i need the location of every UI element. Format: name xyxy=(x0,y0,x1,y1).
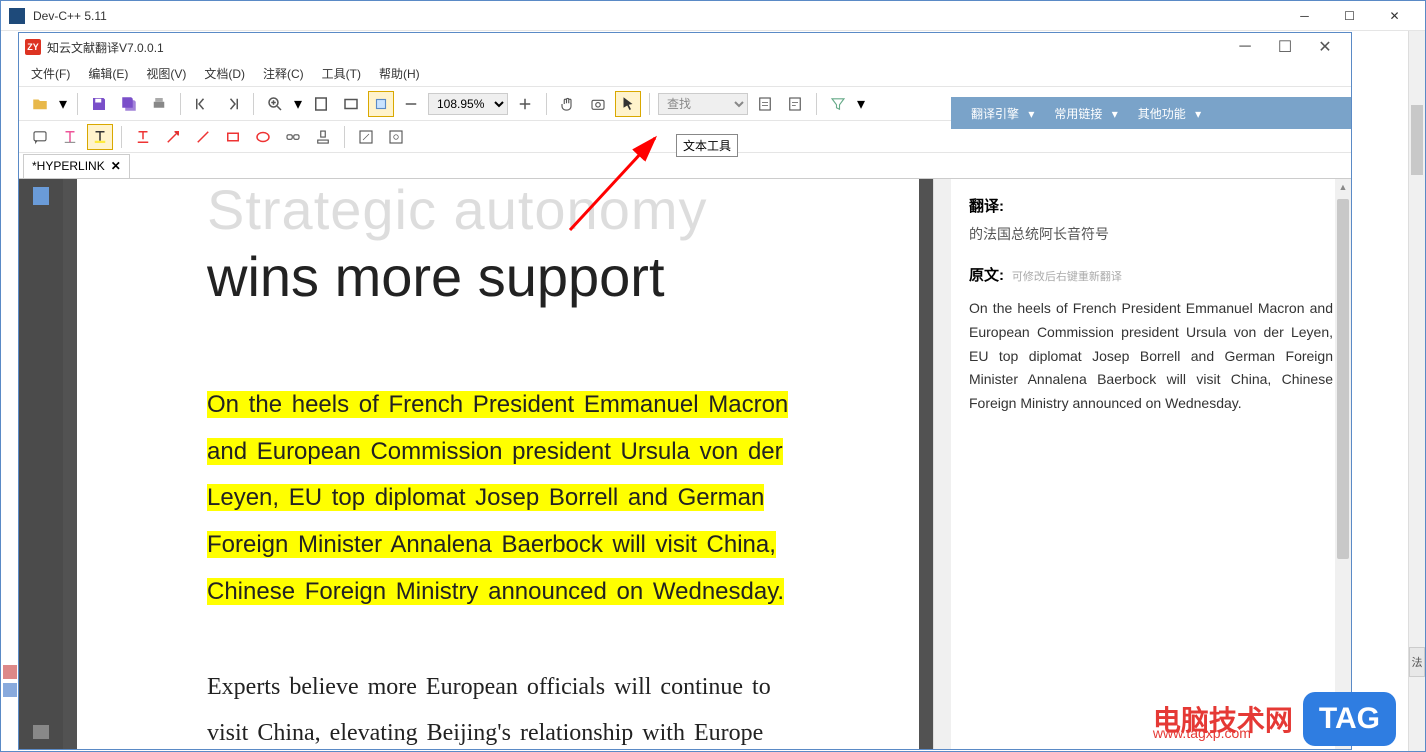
devcpp-icon xyxy=(9,8,25,24)
side-scroll-thumb[interactable] xyxy=(1337,199,1349,559)
outer-minimize-button[interactable]: ─ xyxy=(1282,2,1327,30)
side-scrollbar[interactable]: ▲ ▼ xyxy=(1335,179,1351,749)
search-next-button[interactable] xyxy=(782,91,808,117)
edit-button[interactable] xyxy=(353,124,379,150)
filter-dropdown[interactable]: ▾ xyxy=(855,91,867,117)
document-paragraph-2: Experts believe more European officials … xyxy=(207,665,789,749)
highlight-button[interactable] xyxy=(87,124,113,150)
note-button[interactable] xyxy=(27,124,53,150)
text-annotation-button[interactable] xyxy=(57,124,83,150)
filter-button[interactable] xyxy=(825,91,851,117)
document-scrollbar[interactable] xyxy=(933,179,951,749)
save-all-button[interactable] xyxy=(116,91,142,117)
properties-button[interactable] xyxy=(383,124,409,150)
document-title: Strategic autonomy wins more support xyxy=(207,179,789,312)
tooltip: 文本工具 xyxy=(676,134,738,157)
inner-close-button[interactable]: ✕ xyxy=(1305,34,1345,60)
watermark: 电脑技术网 www.tagxp.com TAG xyxy=(1153,692,1396,746)
zoom-in-button[interactable] xyxy=(262,91,288,117)
menu-file[interactable]: 文件(F) xyxy=(31,65,70,82)
document-page: Strategic autonomy wins more support On … xyxy=(77,179,919,749)
content-area: Strategic autonomy wins more support On … xyxy=(19,179,1351,749)
fit-visible-button[interactable] xyxy=(368,91,394,117)
side-menu-links[interactable]: 常用链接 ▾ xyxy=(1042,101,1123,126)
watermark-tag: TAG xyxy=(1303,692,1396,746)
search-prev-button[interactable] xyxy=(752,91,778,117)
menu-tools[interactable]: 工具(T) xyxy=(322,65,361,82)
menubar: 文件(F) 编辑(E) 视图(V) 文档(D) 注释(C) 工具(T) 帮助(H… xyxy=(19,61,1351,87)
translation-label: 翻译: xyxy=(969,195,1333,216)
next-view-button[interactable] xyxy=(219,91,245,117)
original-text[interactable]: On the heels of French President Emmanue… xyxy=(969,297,1333,416)
inner-maximize-button[interactable]: ☐ xyxy=(1265,34,1305,60)
outer-titlebar: Dev-C++ 5.11 ─ ☐ ✕ xyxy=(1,1,1425,31)
ellipse-button[interactable] xyxy=(250,124,276,150)
translation-text: 的法国总统阿长音符号 xyxy=(969,224,1333,244)
outer-maximize-button[interactable]: ☐ xyxy=(1327,2,1372,30)
comment-panel-icon[interactable] xyxy=(33,725,49,739)
left-icon-2[interactable] xyxy=(3,683,17,697)
search-select[interactable]: 查找 xyxy=(658,93,748,115)
original-hint: 可修改后右键重新翻译 xyxy=(1012,271,1122,283)
watermark-url: www.tagxp.com xyxy=(1153,725,1251,741)
zoom-plus-button[interactable] xyxy=(512,91,538,117)
side-menu-other[interactable]: 其他功能 ▾ xyxy=(1126,101,1207,126)
open-dropdown[interactable]: ▾ xyxy=(57,91,69,117)
inner-titlebar: ZY 知云文献翻译V7.0.0.1 ─ ☐ ✕ xyxy=(19,33,1351,61)
save-button[interactable] xyxy=(86,91,112,117)
outer-scrollbar[interactable]: 法 xyxy=(1408,31,1425,751)
print-button[interactable] xyxy=(146,91,172,117)
side-menu-engine[interactable]: 翻译引擎 ▾ xyxy=(959,101,1040,126)
line-button[interactable] xyxy=(190,124,216,150)
zoom-dropdown[interactable]: ▾ xyxy=(292,91,304,117)
menu-edit[interactable]: 编辑(E) xyxy=(88,65,128,82)
document-paragraph-1: On the heels of French President Emmanue… xyxy=(207,382,789,615)
rectangle-button[interactable] xyxy=(220,124,246,150)
inner-window-title: 知云文献翻译V7.0.0.1 xyxy=(47,39,164,56)
menu-doc[interactable]: 文档(D) xyxy=(204,65,245,82)
original-label: 原文: xyxy=(969,267,1004,284)
link-button[interactable] xyxy=(280,124,306,150)
inner-minimize-button[interactable]: ─ xyxy=(1225,34,1265,60)
menu-view[interactable]: 视图(V) xyxy=(146,65,186,82)
open-button[interactable] xyxy=(27,91,53,117)
outer-window-title: Dev-C++ 5.11 xyxy=(33,9,107,23)
snapshot-tool-button[interactable] xyxy=(585,91,611,117)
translation-panel: 翻译引擎 ▾ 常用链接 ▾ 其他功能 ▾ 翻译: 的法国总统阿长音符号 原文: … xyxy=(951,179,1351,749)
underline-button[interactable] xyxy=(130,124,156,150)
outer-left-icon-strip xyxy=(1,661,19,701)
zhiyun-icon: ZY xyxy=(25,39,41,55)
hand-tool-button[interactable] xyxy=(555,91,581,117)
left-icon-1[interactable] xyxy=(3,665,17,679)
outer-scroll-thumb[interactable] xyxy=(1411,105,1423,175)
bookmark-icon[interactable] xyxy=(33,187,49,205)
document-viewer[interactable]: Strategic autonomy wins more support On … xyxy=(63,179,933,749)
side-panel-menu: 翻译引擎 ▾ 常用链接 ▾ 其他功能 ▾ xyxy=(951,97,1351,129)
text-select-tool-button[interactable] xyxy=(615,91,641,117)
tab-label: *HYPERLINK xyxy=(32,159,105,173)
arrow-button[interactable] xyxy=(160,124,186,150)
menu-help[interactable]: 帮助(H) xyxy=(379,65,420,82)
scroll-up-icon[interactable]: ▲ xyxy=(1335,179,1351,195)
menu-comment[interactable]: 注释(C) xyxy=(263,65,304,82)
outer-side-button[interactable]: 法 xyxy=(1409,647,1425,677)
left-nav-panel xyxy=(19,179,63,749)
side-panel-body: 翻译: 的法国总统阿长音符号 原文: 可修改后右键重新翻译 On the hee… xyxy=(951,179,1351,749)
outer-close-button[interactable]: ✕ xyxy=(1372,2,1417,30)
fit-width-button[interactable] xyxy=(338,91,364,117)
stamp-button[interactable] xyxy=(310,124,336,150)
document-tab[interactable]: *HYPERLINK ✕ xyxy=(23,154,130,178)
fit-page-button[interactable] xyxy=(308,91,334,117)
zoom-select[interactable]: 108.95% xyxy=(428,93,508,115)
zoom-out-button[interactable] xyxy=(398,91,424,117)
prev-view-button[interactable] xyxy=(189,91,215,117)
tab-close-icon[interactable]: ✕ xyxy=(111,159,121,173)
